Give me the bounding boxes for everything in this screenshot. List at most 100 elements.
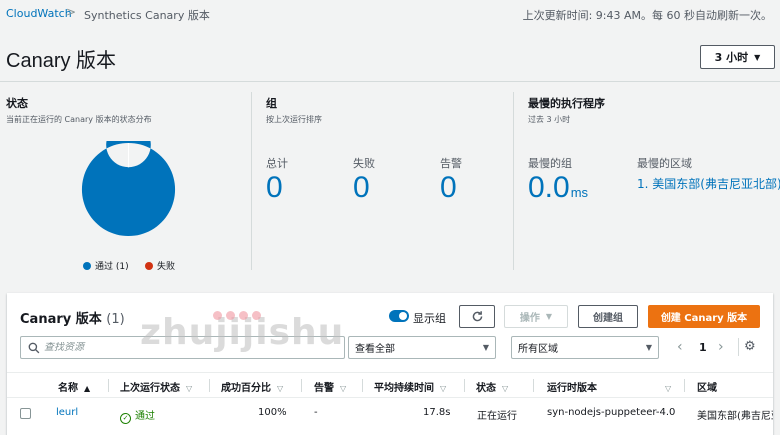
sort-ascending-icon: ▲ <box>84 384 91 393</box>
column-runtime-label: 运行时版本 <box>547 383 597 394</box>
actions-button[interactable]: 操作 ▼ <box>504 305 568 328</box>
slowest-group-number: 0.0 <box>528 171 570 204</box>
top-bar: CloudWatch > Synthetics Canary 版本 上次更新时间… <box>0 0 780 28</box>
legend-fail-swatch <box>145 261 153 270</box>
divider <box>738 338 739 356</box>
legend-pass-swatch <box>83 261 91 270</box>
breadcrumb-current: Synthetics Canary 版本 <box>84 9 210 22</box>
check-circle-icon: ✓ <box>120 413 131 424</box>
create-canary-button[interactable]: 创建 Canary 版本 <box>648 305 760 328</box>
view-filter-select[interactable]: 查看全部 ▼ <box>348 336 496 359</box>
metric-alarm-value[interactable]: 0 <box>440 171 457 205</box>
column-success[interactable]: 成功百分比 ▽ <box>221 379 283 394</box>
previous-page-icon[interactable]: ‹ <box>677 339 683 355</box>
search-icon <box>28 342 40 353</box>
slowest-region-label: 最慢的区域 <box>637 157 692 170</box>
slowest-panel-subtitle: 过去 3 小时 <box>528 115 571 124</box>
metric-failed-value[interactable]: 0 <box>353 171 370 205</box>
row-checkbox[interactable] <box>20 408 31 419</box>
slowest-group-value: 0.0ms <box>528 171 588 205</box>
sort-icon: ▽ <box>340 384 347 393</box>
column-runtime[interactable]: 运行时版本 ▽ <box>547 379 671 394</box>
page-title: Canary 版本 <box>6 50 117 72</box>
last-run-status-label: 通过 <box>135 411 155 422</box>
column-success-label: 成功百分比 <box>221 383 271 394</box>
panel-divider <box>513 92 514 270</box>
column-avg-duration[interactable]: 平均持续时间 ▽ <box>374 379 446 394</box>
table-count: (1) <box>106 312 125 327</box>
time-range-value: 3 小时 <box>714 51 749 64</box>
column-divider <box>684 379 685 392</box>
success-percent: 100% <box>258 407 287 418</box>
column-last-run[interactable]: 上次运行状态 ▽ <box>120 379 192 394</box>
column-name[interactable]: 名称 ▲ <box>58 379 90 394</box>
show-groups-toggle[interactable] <box>389 310 409 322</box>
column-state[interactable]: 状态 ▽ <box>476 379 508 394</box>
column-last-run-label: 上次运行状态 <box>120 383 180 394</box>
legend-pass[interactable]: 通过 (1) <box>83 259 129 272</box>
column-avg-duration-label: 平均持续时间 <box>374 383 434 394</box>
table-title: Canary 版本 (1) <box>20 308 125 327</box>
gear-icon[interactable]: ⚙ <box>744 339 756 354</box>
metric-total-value[interactable]: 0 <box>266 171 283 205</box>
caret-down-icon: ▼ <box>645 343 652 352</box>
divider <box>0 81 780 82</box>
canary-state: 正在运行 <box>477 411 517 422</box>
sort-icon: ▽ <box>186 384 193 393</box>
column-divider <box>209 379 210 392</box>
slowest-region-link[interactable]: 1. 美国东部(弗吉尼亚北部) <box>637 175 780 192</box>
refresh-icon <box>472 311 482 322</box>
runtime-version: syn-nodejs-puppeteer-4.0 <box>547 407 676 418</box>
refresh-button[interactable] <box>459 305 495 328</box>
alarms-value: - <box>314 407 318 418</box>
column-divider <box>301 379 302 392</box>
region-filter-select[interactable]: 所有区域 ▼ <box>511 336 659 359</box>
column-region[interactable]: 区域 <box>697 379 717 394</box>
column-region-label: 区域 <box>697 383 717 394</box>
avg-duration: 17.8s <box>423 407 451 418</box>
column-divider <box>362 379 363 392</box>
sort-icon: ▽ <box>277 384 284 393</box>
legend-pass-label: 通过 (1) <box>95 262 129 272</box>
panel-divider <box>251 92 252 270</box>
metric-total-label: 总计 <box>266 157 288 170</box>
slowest-group-label: 最慢的组 <box>528 157 572 170</box>
slowest-group-unit: ms <box>570 185 589 200</box>
last-run-status: ✓ 通过 <box>120 407 155 424</box>
metric-failed-label: 失败 <box>353 157 375 170</box>
next-page-icon[interactable]: › <box>718 339 724 355</box>
status-panel-title: 状态 <box>6 97 28 110</box>
show-groups-label: 显示组 <box>413 312 446 325</box>
column-alarms-label: 告警 <box>314 383 334 394</box>
status-donut-chart <box>81 141 176 237</box>
groups-panel-subtitle: 按上次运行排序 <box>266 115 322 124</box>
caret-down-icon: ▼ <box>754 52 761 62</box>
column-divider <box>108 379 109 392</box>
actions-label: 操作 <box>519 313 540 324</box>
watermark-dots <box>213 311 261 320</box>
create-group-button[interactable]: 创建组 <box>578 305 638 328</box>
status-panel-subtitle: 当前正在运行的 Canary 版本的状态分布 <box>6 115 152 124</box>
groups-panel-title: 组 <box>266 97 277 110</box>
table-header: 名称 ▲ 上次运行状态 ▽ 成功百分比 ▽ 告警 ▽ 平均持续时间 ▽ 状态 ▽ 运行时版本… <box>7 372 773 398</box>
sort-icon: ▽ <box>665 384 672 393</box>
canary-name-link[interactable]: leurl <box>56 407 78 418</box>
chevron-right-icon: > <box>66 5 77 19</box>
column-divider <box>464 379 465 392</box>
legend-fail[interactable]: 失败 <box>145 259 175 272</box>
last-updated-text: 上次更新时间: 9:43 AM。每 60 秒自动刷新一次。 <box>522 9 772 22</box>
breadcrumb-cloudwatch[interactable]: CloudWatch <box>6 7 72 20</box>
column-divider <box>533 379 534 392</box>
column-state-label: 状态 <box>476 383 496 394</box>
time-range-select[interactable]: 3 小时 ▼ <box>700 45 775 69</box>
sort-icon: ▽ <box>502 384 509 393</box>
table-row: leurl ✓ 通过 100% - 17.8s 正在运行 syn-nodejs-p… <box>7 401 773 425</box>
current-page[interactable]: 1 <box>699 341 707 354</box>
view-filter-value: 查看全部 <box>355 344 395 355</box>
table-title-text: Canary 版本 <box>20 312 102 327</box>
column-name-label: 名称 <box>58 383 78 394</box>
region-value: 美国东部(弗吉尼亚北部) <box>697 411 773 422</box>
canary-table-card: Canary 版本 (1) 显示组 操作 ▼ 创建组 创建 Canary 版本 查… <box>7 293 773 435</box>
column-alarms[interactable]: 告警 ▽ <box>314 379 346 394</box>
slowest-panel-title: 最慢的执行程序 <box>528 97 605 110</box>
